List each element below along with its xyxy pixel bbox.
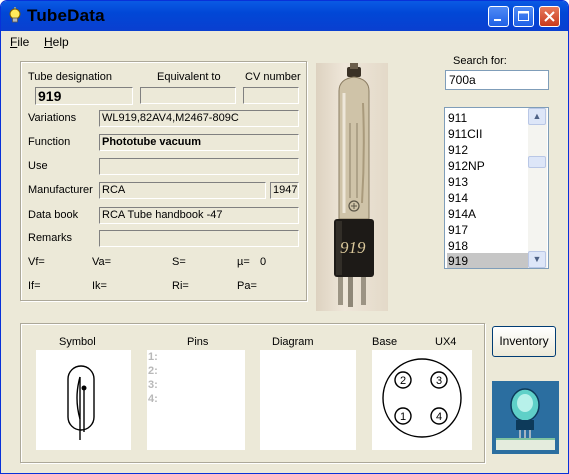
window-title: TubeData xyxy=(27,6,105,25)
scroll-down-button[interactable]: ▼ xyxy=(528,251,546,268)
tubedata-logo[interactable] xyxy=(492,381,559,454)
list-item[interactable]: 911 xyxy=(447,110,530,126)
pins-panel: 1: 2: 3: 4: xyxy=(147,350,245,450)
function-label: Function xyxy=(28,136,71,148)
search-label: Search for: xyxy=(453,55,507,67)
equivalent-to-label: Equivalent to xyxy=(157,71,221,83)
remarks-field[interactable] xyxy=(99,230,299,247)
base-diagram: 2 3 1 4 xyxy=(382,358,462,438)
ik-label: Ik= xyxy=(92,280,107,292)
close-icon xyxy=(544,11,555,22)
base-type-label: UX4 xyxy=(435,336,457,348)
cv-number-label: CV number xyxy=(245,71,301,83)
variations-field[interactable]: WL919,82AV4,M2467-809C xyxy=(99,110,299,127)
tube-photo: 919 xyxy=(316,63,388,311)
mu-label: µ= xyxy=(237,256,250,268)
cv-number-field[interactable] xyxy=(243,87,299,104)
minimize-icon xyxy=(494,19,501,21)
function-field[interactable]: Phototube vacuum xyxy=(99,134,299,151)
menu-help-accel: H xyxy=(44,35,53,49)
pa-label: Pa= xyxy=(237,280,257,292)
pins-label: Pins xyxy=(187,336,209,348)
year-field[interactable]: 1947 xyxy=(270,182,299,199)
data-book-field[interactable]: RCA Tube handbook -47 xyxy=(99,207,299,224)
symbol-label: Symbol xyxy=(59,336,96,348)
menu-file-label: ile xyxy=(17,35,30,49)
scroll-up-button[interactable]: ▲ xyxy=(528,108,546,125)
list-item[interactable]: 914 xyxy=(447,190,530,206)
chevron-down-icon: ▼ xyxy=(532,254,542,264)
va-label: Va= xyxy=(92,256,112,268)
minimize-button[interactable] xyxy=(488,6,509,27)
if-label: If= xyxy=(28,280,41,292)
title-bar: TubeData xyxy=(1,1,568,31)
use-label: Use xyxy=(28,160,48,172)
base-label: Base xyxy=(372,336,398,348)
tube-designation-label: Tube designation xyxy=(28,71,112,83)
manufacturer-field[interactable]: RCA xyxy=(99,182,266,199)
tube-photo-image: 919 xyxy=(334,63,374,307)
pin-line: 3: xyxy=(148,379,158,391)
menu-file[interactable]: File xyxy=(10,35,29,49)
base-pin-number: 4 xyxy=(436,411,442,423)
symbol-panel xyxy=(36,350,131,450)
app-window: TubeData File Help Tube designation Equi… xyxy=(0,0,569,474)
pin-line: 2: xyxy=(148,365,158,377)
list-item[interactable]: 917 xyxy=(447,222,530,238)
maximize-button[interactable] xyxy=(513,6,534,27)
list-item[interactable]: 913 xyxy=(447,174,530,190)
list-item[interactable]: 912 xyxy=(447,142,530,158)
list-item-selected[interactable]: 919 xyxy=(447,253,530,268)
list-scrollbar[interactable]: ▲ ▼ xyxy=(528,108,547,268)
ri-label: Ri= xyxy=(172,280,189,292)
menu-bar: File Help xyxy=(1,31,568,53)
base-pin-number: 2 xyxy=(400,375,406,387)
base-pin-number: 3 xyxy=(436,375,442,387)
base-pin-number: 1 xyxy=(400,411,406,423)
list-item[interactable]: 912NP xyxy=(447,158,530,174)
diagram-label: Diagram xyxy=(272,336,314,348)
equivalent-to-field[interactable] xyxy=(140,87,236,104)
use-field[interactable] xyxy=(99,158,299,175)
s-label: S= xyxy=(172,256,186,268)
scroll-thumb[interactable] xyxy=(528,156,546,168)
variations-label: Variations xyxy=(28,112,77,124)
search-input[interactable]: 700a xyxy=(445,70,549,90)
manufacturer-label: Manufacturer xyxy=(28,184,93,196)
list-item[interactable]: 911CII xyxy=(447,126,530,142)
lightbulb-icon xyxy=(9,7,21,23)
maximize-icon xyxy=(518,11,529,21)
inventory-button[interactable]: Inventory xyxy=(492,326,556,357)
data-book-label: Data book xyxy=(28,209,79,221)
mu-value: 0 xyxy=(260,256,267,268)
list-item[interactable]: 914A xyxy=(447,206,530,222)
tube-logo-icon xyxy=(492,381,559,454)
close-button[interactable] xyxy=(539,6,560,27)
vf-label: Vf= xyxy=(28,256,45,268)
list-item[interactable]: 918 xyxy=(447,238,530,254)
diagram-panel xyxy=(260,350,356,450)
remarks-label: Remarks xyxy=(28,232,73,244)
tube-designation-field[interactable]: 919 xyxy=(35,87,133,105)
pin-line: 1: xyxy=(148,351,158,363)
pin-line: 4: xyxy=(148,393,158,405)
base-panel: 2 3 1 4 xyxy=(372,350,472,450)
chevron-up-icon: ▲ xyxy=(532,111,542,121)
tube-label-text: 919 xyxy=(340,238,366,257)
menu-help-label: elp xyxy=(52,35,69,49)
menu-help[interactable]: Help xyxy=(44,35,69,49)
phototube-symbol xyxy=(67,365,95,440)
